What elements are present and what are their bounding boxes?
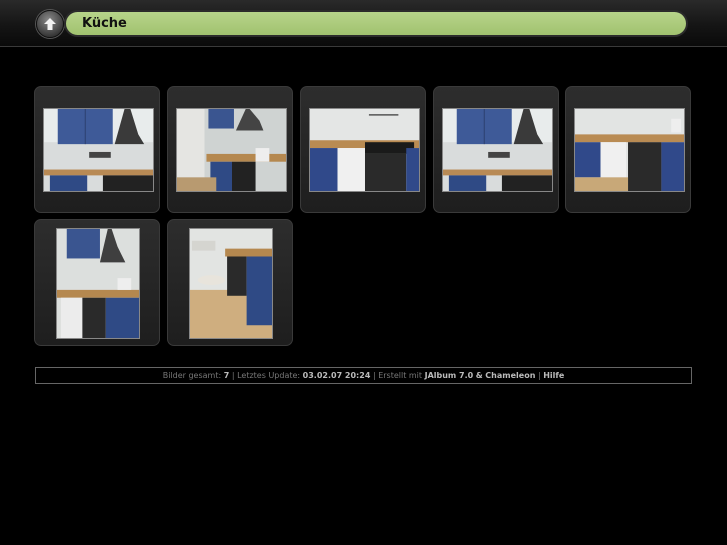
thumbnail-6[interactable] bbox=[34, 219, 160, 346]
photo-3[interactable] bbox=[309, 108, 420, 192]
jalbum-link[interactable]: JAlbum 7.0 bbox=[425, 371, 474, 380]
photo-4[interactable] bbox=[442, 108, 553, 192]
footer-info: Bilder gesamt: 7 | Letztes Update: 03.02… bbox=[35, 367, 692, 384]
update-label: Letztes Update: bbox=[237, 371, 301, 380]
chameleon-link[interactable]: Chameleon bbox=[485, 371, 535, 380]
separator: | bbox=[537, 371, 541, 380]
top-bar: Küche bbox=[0, 0, 727, 47]
photo-7[interactable] bbox=[189, 228, 273, 339]
update-date: 03.02.07 20:24 bbox=[302, 371, 371, 380]
album-title: Küche bbox=[82, 16, 127, 31]
created-label: Erstellt mit bbox=[378, 371, 423, 380]
title-bar: Küche bbox=[64, 10, 688, 37]
thumbnail-4[interactable] bbox=[433, 86, 559, 213]
photo-5[interactable] bbox=[574, 108, 685, 192]
photo-6[interactable] bbox=[56, 228, 140, 339]
arrow-up-icon bbox=[44, 18, 56, 30]
thumbnail-2[interactable] bbox=[167, 86, 293, 213]
help-link[interactable]: Hilfe bbox=[543, 371, 564, 380]
up-button[interactable] bbox=[36, 10, 64, 38]
thumbnail-3[interactable] bbox=[300, 86, 426, 213]
photo-2[interactable] bbox=[176, 108, 287, 192]
photo-1[interactable] bbox=[43, 108, 154, 192]
image-count: 7 bbox=[223, 371, 230, 380]
count-label: Bilder gesamt: bbox=[162, 371, 222, 380]
thumbnail-1[interactable] bbox=[34, 86, 160, 213]
separator: | bbox=[231, 371, 235, 380]
thumbnail-5[interactable] bbox=[565, 86, 691, 213]
separator: | bbox=[372, 371, 376, 380]
thumbnail-7[interactable] bbox=[167, 219, 293, 346]
ampersand: & bbox=[475, 371, 483, 380]
